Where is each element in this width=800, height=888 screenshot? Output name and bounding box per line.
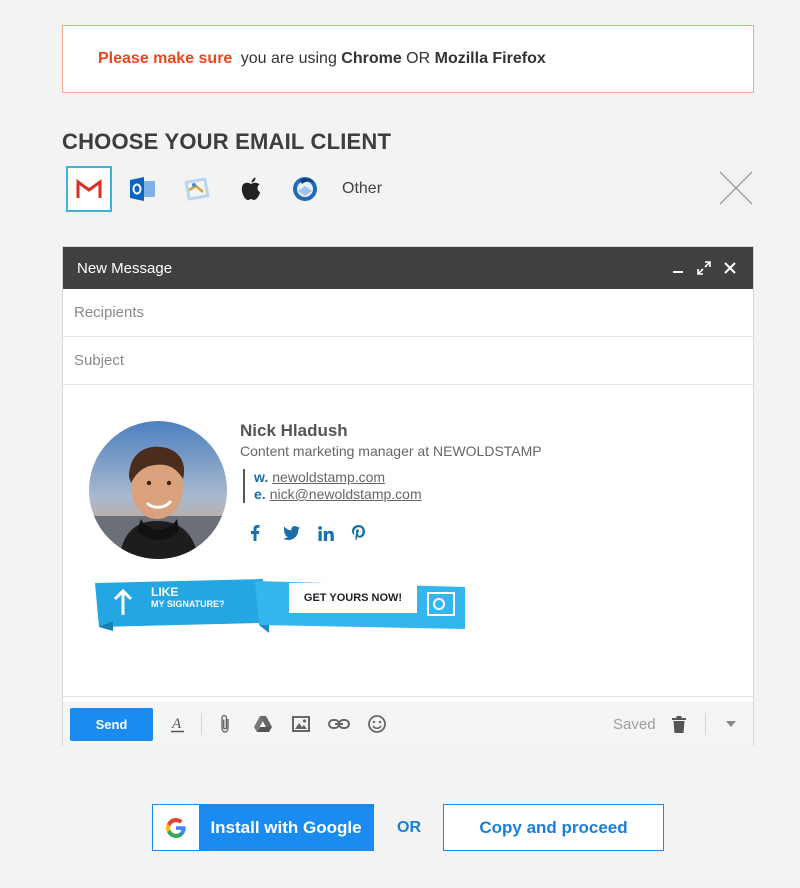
signature-contacts: w. newoldstamp.com e. nick@newoldstamp.com xyxy=(243,469,422,503)
toolbar-divider-2 xyxy=(705,713,706,735)
client-apple-mail[interactable] xyxy=(228,166,274,212)
email-client-list: Other xyxy=(66,165,382,212)
client-gmail[interactable] xyxy=(66,165,112,212)
toolbar-divider xyxy=(201,713,202,735)
signature-title: Content marketing manager at NEWOLDSTAMP xyxy=(240,443,542,459)
thunderbird-icon xyxy=(293,176,317,201)
close-icon[interactable] xyxy=(718,170,754,206)
formatting-icon[interactable]: A xyxy=(159,709,197,739)
gmail-icon xyxy=(76,178,102,198)
linkedin-icon[interactable] xyxy=(318,524,352,542)
compose-title: New Message xyxy=(77,259,173,277)
copy-and-proceed-button[interactable]: Copy and proceed xyxy=(443,804,664,851)
recipients-row xyxy=(63,289,753,337)
facebook-icon[interactable] xyxy=(250,524,284,542)
recipients-input[interactable] xyxy=(74,304,753,321)
signature-banner[interactable]: LIKE MY SIGNATURE? GET YOURS NOW! xyxy=(93,571,469,641)
outlook-icon xyxy=(130,176,155,201)
signature-email-row: e. nick@newoldstamp.com xyxy=(254,486,422,503)
apple-icon xyxy=(241,177,260,200)
close-compose-icon[interactable] xyxy=(717,258,743,278)
signature-website-row: w. newoldstamp.com xyxy=(254,469,422,486)
pinterest-icon[interactable] xyxy=(352,524,386,542)
subject-input[interactable] xyxy=(74,352,753,369)
browser-notice: Please make sure you are using Chrome OR… xyxy=(62,25,754,93)
social-links xyxy=(250,524,386,542)
svg-text:A: A xyxy=(171,716,182,732)
notice-text-1: you are using xyxy=(236,50,342,67)
send-button[interactable]: Send xyxy=(70,707,153,741)
google-logo-box xyxy=(153,805,199,850)
notice-browser-chrome: Chrome xyxy=(341,50,402,67)
compose-toolbar: Send A Saved xyxy=(63,702,753,746)
compose-window-controls xyxy=(665,247,743,289)
link-icon[interactable] xyxy=(320,709,358,739)
banner-signature-text: MY SIGNATURE? xyxy=(151,599,225,609)
notice-browser-firefox: Mozilla Firefox xyxy=(434,50,546,67)
expand-icon[interactable] xyxy=(691,258,717,278)
signature-name: Nick Hladush xyxy=(240,421,348,440)
website-link[interactable]: newoldstamp.com xyxy=(272,469,385,485)
or-separator: OR xyxy=(397,819,421,836)
notice-warning: Please make sure xyxy=(98,50,233,67)
install-with-google-label: Install with Google xyxy=(210,817,362,837)
email-link[interactable]: nick@newoldstamp.com xyxy=(270,486,422,502)
drive-icon[interactable] xyxy=(244,709,282,739)
client-other[interactable]: Other xyxy=(342,180,382,198)
mac-mail-icon xyxy=(184,177,210,200)
notice-text-2: OR xyxy=(401,50,435,67)
avatar xyxy=(89,421,227,559)
page-title: CHOOSE YOUR EMAIL CLIENT xyxy=(62,129,392,154)
insert-photo-icon[interactable] xyxy=(282,709,320,739)
website-label: w. xyxy=(254,469,269,485)
chevron-down-icon[interactable] xyxy=(719,709,743,739)
email-label: e. xyxy=(254,486,266,502)
twitter-icon[interactable] xyxy=(284,524,318,542)
emoji-icon[interactable] xyxy=(358,709,396,739)
attach-icon[interactable] xyxy=(206,709,244,739)
compose-header: New Message xyxy=(63,247,753,289)
minimize-icon[interactable] xyxy=(665,258,691,278)
saved-status: Saved xyxy=(613,715,656,733)
banner-like-text: LIKE xyxy=(151,585,179,599)
trash-icon[interactable] xyxy=(661,709,697,739)
compose-window: New Message Recipients Subject Nick Hlad… xyxy=(62,246,754,746)
subject-row xyxy=(63,337,753,385)
message-body[interactable]: Nick Hladush Content marketing manager a… xyxy=(63,385,753,697)
get-yours-button[interactable]: GET YOURS NOW! xyxy=(289,583,417,613)
install-with-google-button[interactable]: Install with Google xyxy=(152,804,374,851)
client-mac-mail[interactable] xyxy=(174,166,220,212)
client-thunderbird[interactable] xyxy=(282,166,328,212)
client-outlook[interactable] xyxy=(120,166,166,212)
google-icon xyxy=(166,817,186,838)
